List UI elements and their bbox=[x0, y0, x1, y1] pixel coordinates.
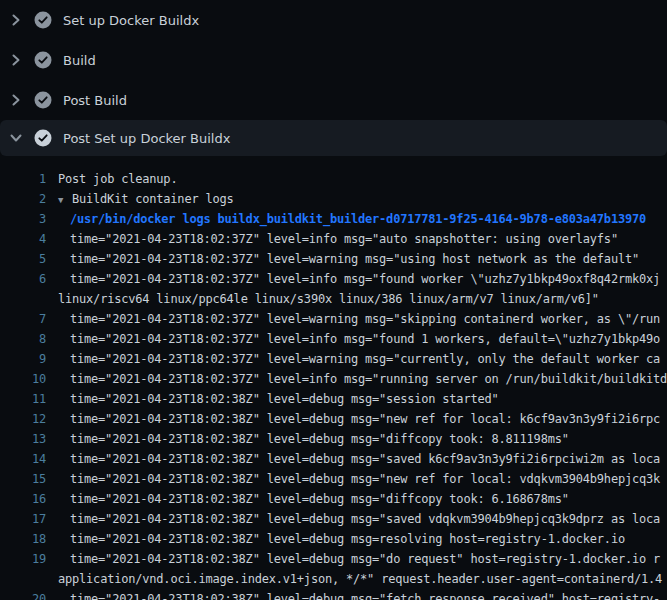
log-text: time="2021-04-23T18:02:38Z" level=debug … bbox=[58, 529, 625, 549]
log-text: Post job cleanup. bbox=[58, 169, 177, 189]
chevron-right-icon bbox=[8, 12, 24, 28]
log-line-number[interactable]: 8 bbox=[0, 329, 46, 349]
log-line: 12 time="2021-04-23T18:02:38Z" level=debu… bbox=[0, 409, 667, 429]
log-line-number[interactable]: 11 bbox=[0, 389, 46, 409]
log-line-number[interactable]: 18 bbox=[0, 529, 46, 549]
log-line: 3/usr/bin/docker logs buildx_buildkit_bu… bbox=[0, 209, 667, 229]
log-text: time="2021-04-23T18:02:38Z" level=debug … bbox=[58, 389, 499, 409]
log-line: 15 time="2021-04-23T18:02:38Z" level=debu… bbox=[0, 469, 667, 489]
step-header-build[interactable]: Build bbox=[0, 40, 667, 80]
log-line-number[interactable]: 9 bbox=[0, 349, 46, 369]
log-line-number[interactable]: 7 bbox=[0, 309, 46, 329]
check-circle-icon bbox=[34, 51, 52, 69]
log-line: 10 time="2021-04-23T18:02:37Z" level=info… bbox=[0, 369, 667, 389]
log-line-number[interactable]: 20 bbox=[0, 589, 46, 600]
check-circle-icon bbox=[34, 129, 52, 147]
log-line: 20 time="2021-04-23T18:02:38Z" level=debu… bbox=[0, 589, 667, 600]
log-line-number[interactable]: 13 bbox=[0, 429, 46, 449]
log-text: BuildKit container logs bbox=[72, 192, 234, 206]
log-line: 7 time="2021-04-23T18:02:37Z" level=warni… bbox=[0, 309, 667, 329]
chevron-right-icon bbox=[8, 92, 24, 108]
step-list: Set up Docker Buildx Build Post Build Post … bbox=[0, 0, 667, 156]
log-line-number[interactable]: 10 bbox=[0, 369, 46, 389]
log-group-line: ▼BuildKit container logs bbox=[58, 189, 234, 209]
step-label: Post Set up Docker Buildx bbox=[63, 131, 230, 146]
log-line-number[interactable]: 3 bbox=[0, 209, 46, 229]
step-label: Post Build bbox=[63, 93, 127, 108]
log-line: 16 time="2021-04-23T18:02:38Z" level=debu… bbox=[0, 489, 667, 509]
log-line-number[interactable] bbox=[0, 569, 46, 589]
log-text: time="2021-04-23T18:02:37Z" level=info m… bbox=[58, 329, 660, 349]
group-toggle-icon[interactable]: ▼ bbox=[58, 190, 72, 210]
step-header-set-up-docker-buildx[interactable]: Set up Docker Buildx bbox=[0, 0, 667, 40]
log-line: 9 time="2021-04-23T18:02:37Z" level=warni… bbox=[0, 349, 667, 369]
log-line-number[interactable]: 15 bbox=[0, 469, 46, 489]
log-text: time="2021-04-23T18:02:38Z" level=debug … bbox=[58, 549, 660, 569]
log-line: 5 time="2021-04-23T18:02:37Z" level=warni… bbox=[0, 249, 667, 269]
log-text: /usr/bin/docker logs buildx_buildkit_bui… bbox=[58, 209, 646, 229]
chevron-right-icon bbox=[8, 52, 24, 68]
log-line: 14 time="2021-04-23T18:02:38Z" level=debu… bbox=[0, 449, 667, 469]
log-line-number[interactable]: 5 bbox=[0, 249, 46, 269]
step-header-post-build[interactable]: Post Build bbox=[0, 80, 667, 120]
log-line: 6 time="2021-04-23T18:02:37Z" level=info … bbox=[0, 269, 667, 289]
log-line-continuation: application/vnd.oci.image.index.v1+json,… bbox=[0, 569, 667, 589]
log-text: time="2021-04-23T18:02:37Z" level=info m… bbox=[58, 369, 667, 389]
log-line: 17 time="2021-04-23T18:02:38Z" level=debu… bbox=[0, 509, 667, 529]
log-text: time="2021-04-23T18:02:37Z" level=warnin… bbox=[58, 349, 660, 369]
log-text: time="2021-04-23T18:02:38Z" level=debug … bbox=[58, 409, 660, 429]
log-text: time="2021-04-23T18:02:38Z" level=debug … bbox=[58, 509, 660, 529]
log-line-continuation: linux/riscv64 linux/ppc64le linux/s390x … bbox=[0, 289, 667, 309]
chevron-down-icon bbox=[8, 130, 24, 146]
log-line-number[interactable]: 1 bbox=[0, 169, 46, 189]
step-label: Build bbox=[63, 53, 96, 68]
log-text: time="2021-04-23T18:02:38Z" level=debug … bbox=[58, 489, 569, 509]
log-line-number[interactable]: 19 bbox=[0, 549, 46, 569]
log-text: time="2021-04-23T18:02:37Z" level=info m… bbox=[58, 269, 660, 289]
check-circle-icon bbox=[34, 91, 52, 109]
log-line: 8 time="2021-04-23T18:02:37Z" level=info … bbox=[0, 329, 667, 349]
check-circle-icon bbox=[34, 11, 52, 29]
log-line-number[interactable]: 12 bbox=[0, 409, 46, 429]
log-line-number[interactable]: 4 bbox=[0, 229, 46, 249]
log-line-number[interactable]: 2 bbox=[0, 189, 46, 209]
log-text: time="2021-04-23T18:02:38Z" level=debug … bbox=[58, 429, 569, 449]
log-line-number[interactable]: 17 bbox=[0, 509, 46, 529]
step-label: Set up Docker Buildx bbox=[63, 13, 199, 28]
log-line-number[interactable]: 6 bbox=[0, 269, 46, 289]
actions-log-page: { "colors": { "background": "#090c10", "… bbox=[0, 0, 667, 600]
log-line: 13 time="2021-04-23T18:02:38Z" level=debu… bbox=[0, 429, 667, 449]
log-text: application/vnd.oci.image.index.v1+json,… bbox=[58, 569, 662, 589]
log-line: 18 time="2021-04-23T18:02:38Z" level=debu… bbox=[0, 529, 667, 549]
log-text: time="2021-04-23T18:02:38Z" level=debug … bbox=[58, 589, 660, 600]
log-line-number[interactable]: 16 bbox=[0, 489, 46, 509]
log-text: linux/riscv64 linux/ppc64le linux/s390x … bbox=[58, 289, 599, 309]
log-text: time="2021-04-23T18:02:38Z" level=debug … bbox=[58, 449, 660, 469]
log-line: 2 ▼BuildKit container logs bbox=[0, 189, 667, 209]
log-line: 19 time="2021-04-23T18:02:38Z" level=debu… bbox=[0, 549, 667, 569]
log-text: time="2021-04-23T18:02:37Z" level=warnin… bbox=[58, 309, 660, 329]
log-line-number[interactable]: 14 bbox=[0, 449, 46, 469]
log-lines-container: 1 Post job cleanup. 2 ▼BuildKit container l… bbox=[0, 160, 667, 600]
log-line: 4 time="2021-04-23T18:02:37Z" level=info … bbox=[0, 229, 667, 249]
log-line: 1 Post job cleanup. bbox=[0, 169, 667, 189]
step-header-post-set-up-docker-buildx[interactable]: Post Set up Docker Buildx bbox=[0, 120, 667, 156]
log-text: time="2021-04-23T18:02:38Z" level=debug … bbox=[58, 469, 660, 489]
log-text: time="2021-04-23T18:02:37Z" level=info m… bbox=[58, 229, 618, 249]
log-line: 11 time="2021-04-23T18:02:38Z" level=debu… bbox=[0, 389, 667, 409]
log-text: time="2021-04-23T18:02:37Z" level=warnin… bbox=[58, 249, 639, 269]
log-line-number[interactable] bbox=[0, 289, 46, 309]
